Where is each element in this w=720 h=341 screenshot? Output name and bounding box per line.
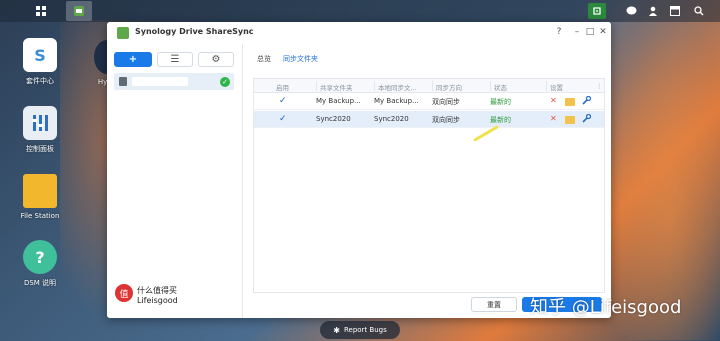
report-bugs-label: Report Bugs [343, 326, 387, 334]
maximize-button[interactable]: □ [584, 26, 596, 38]
connection-list-panel: + ☰ ⚙ ✓ 值 什么值得买 Lifeisgood [107, 44, 243, 318]
cell-shared-folder: Sync2020 [316, 115, 351, 123]
enabled-checkbox[interactable]: ✓ [279, 114, 287, 124]
desktop-icon-label: DSM 说明 [23, 279, 57, 287]
cell-status: 最新的 [490, 116, 511, 124]
table-row[interactable]: ✓ My Backup... My Backup... 双向同步 最新的 ✕ [254, 93, 604, 110]
close-button[interactable]: ✕ [597, 26, 609, 38]
zhihu-watermark: 知乎 @Lifeisgood [530, 297, 682, 318]
col-header-local-sync[interactable]: 本地同步文... [378, 82, 417, 92]
column-divider [546, 81, 547, 91]
folder-icon[interactable] [565, 98, 575, 106]
connected-check-icon: ✓ [220, 77, 230, 87]
list-view-button[interactable]: ☰ [157, 52, 193, 67]
help-button[interactable]: ? [553, 26, 565, 38]
col-header-status[interactable]: 状态 [494, 82, 507, 92]
taskbar-drive-app-icon[interactable] [66, 1, 92, 21]
desktop-icon-control-panel[interactable]: 控制面板 [14, 106, 66, 154]
server-icon [119, 77, 127, 86]
delete-icon[interactable]: ✕ [550, 96, 557, 105]
col-header-shared-folder[interactable]: 共享文件夹 [320, 82, 353, 92]
add-connection-button[interactable]: + [114, 52, 152, 67]
tab-overview[interactable]: 总览 [257, 54, 271, 66]
tab-bar: 总览 同步文件夹 [257, 54, 330, 66]
column-divider [316, 81, 317, 91]
window-title: Synology Drive ShareSync [135, 27, 254, 36]
delete-icon[interactable]: ✕ [550, 114, 557, 123]
help-icon: ? [23, 240, 57, 274]
settings-gear-button[interactable]: ⚙ [198, 52, 234, 67]
column-divider [490, 81, 491, 91]
col-header-settings[interactable]: 设置 [550, 82, 563, 92]
window-titlebar[interactable]: Synology Drive ShareSync ? – □ ✕ [107, 22, 611, 44]
connection-list-item[interactable]: ✓ [114, 73, 234, 90]
report-bugs-button[interactable]: ✱ Report Bugs [320, 321, 400, 339]
watermark-line1: 什么值得买 [137, 286, 177, 295]
synology-drive-tray-icon[interactable] [588, 3, 606, 19]
desktop-icon-package-center[interactable]: S 套件中心 [14, 38, 66, 86]
watermark-line2: Lifeisgood [137, 296, 178, 305]
enabled-checkbox[interactable]: ✓ [279, 96, 287, 106]
cell-direction: 双向同步 [432, 98, 460, 106]
col-header-enabled[interactable]: 启用 [276, 82, 289, 92]
chat-icon[interactable] [622, 3, 640, 19]
control-panel-icon [23, 106, 57, 140]
search-icon[interactable] [690, 3, 708, 19]
connection-name-redacted [132, 77, 188, 86]
desktop-icon-label: 控制面板 [26, 145, 54, 153]
column-divider [432, 81, 433, 91]
tab-sync-folders[interactable]: 同步文件夹 [283, 54, 318, 66]
desktop-icon-file-station[interactable]: File Station [14, 174, 66, 220]
column-menu-icon[interactable]: ⋮ [596, 82, 603, 90]
reset-button[interactable]: 重置 [471, 297, 517, 312]
app-logo-icon [117, 27, 129, 39]
cell-status: 最新的 [490, 98, 511, 106]
desktop-icon-label: File Station [20, 212, 60, 220]
widgets-icon[interactable] [666, 3, 684, 19]
main-menu-grid-icon[interactable] [28, 1, 54, 21]
column-divider [374, 81, 375, 91]
cell-local-folder: Sync2020 [374, 115, 409, 123]
desktop-icon-label: 套件中心 [26, 77, 54, 85]
user-icon[interactable] [644, 3, 662, 19]
cell-direction: 双向同步 [432, 116, 460, 124]
bug-icon: ✱ [333, 325, 340, 335]
folder-icon [23, 174, 57, 208]
sync-folder-table: 启用 共享文件夹 本地同步文... 同步方向 状态 设置 ⋮ ✓ My Back… [253, 78, 605, 293]
cell-local-folder: My Backup... [374, 97, 419, 105]
sharesync-window: Synology Drive ShareSync ? – □ ✕ + ☰ ⚙ ✓… [107, 22, 611, 318]
table-header: 启用 共享文件夹 本地同步文... 同步方向 状态 设置 ⋮ [254, 79, 604, 93]
cell-shared-folder: My Backup... [316, 97, 361, 105]
taskbar [0, 0, 720, 22]
minimize-button[interactable]: – [571, 26, 583, 38]
table-row[interactable]: ✓ Sync2020 Sync2020 双向同步 最新的 ✕ [254, 111, 604, 128]
wrench-icon[interactable] [582, 113, 592, 125]
package-center-icon: S [23, 38, 57, 72]
col-header-direction[interactable]: 同步方向 [436, 82, 462, 92]
folder-icon[interactable] [565, 116, 575, 124]
desktop-icon-dsm-help[interactable]: ? DSM 说明 [14, 240, 66, 288]
wrench-icon[interactable] [582, 95, 592, 107]
desktop-wallpaper-swirl-right [600, 20, 720, 340]
smzdm-seal-logo: 值 [115, 284, 133, 302]
